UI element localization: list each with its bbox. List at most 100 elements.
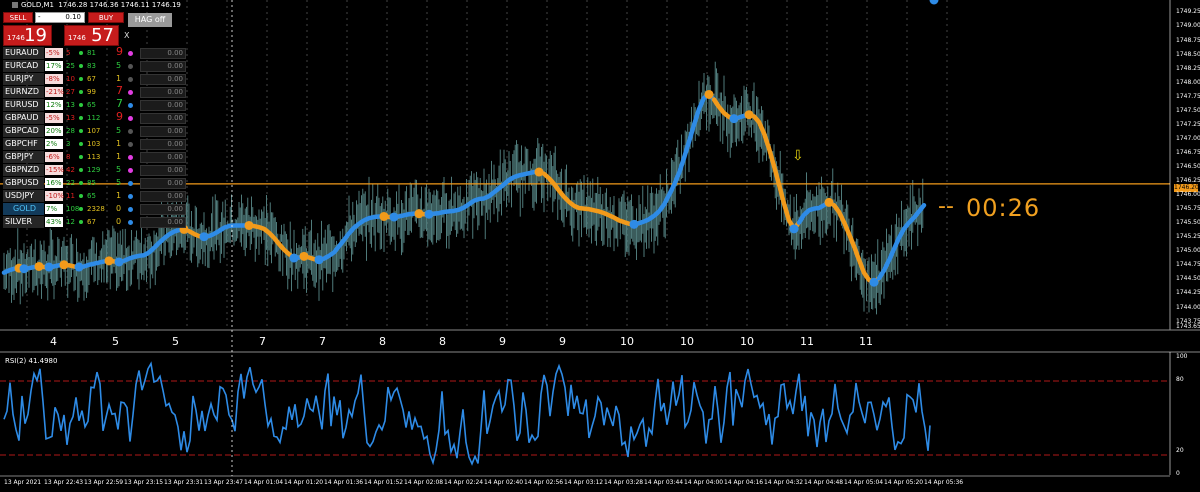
watchlist-color-dot (128, 51, 133, 56)
lot-value: 0.10 (65, 13, 81, 21)
trend-turn-dot (244, 220, 254, 230)
watchlist-profit-field: 0.00 (140, 61, 186, 72)
time-axis-tick: 14 Apr 01:36 (324, 479, 364, 486)
trend-turn-dot (629, 219, 639, 229)
price-axis-tick: 1745.50 (1176, 219, 1200, 227)
trend-turn-dot (44, 262, 54, 272)
buy-button[interactable]: BUY (88, 12, 124, 23)
watchlist-row[interactable]: GBPCAD 20% 28 107 5 0.00 (3, 125, 186, 138)
watchlist-status-dot (79, 142, 83, 146)
watchlist-percent: -8% (45, 74, 63, 84)
lot-size-input[interactable]: - 0.10 (35, 12, 85, 23)
watchlist-count: 27 (66, 88, 75, 96)
watchlist-color-dot (128, 129, 133, 134)
watchlist-percent: -21% (45, 87, 65, 97)
watchlist-signal: 1 (116, 191, 122, 200)
chart-icon (12, 2, 18, 8)
watchlist-row[interactable]: GBPNZD -15% 42 129 5 0.00 (3, 164, 186, 177)
watchlist-profit-field: 0.00 (140, 191, 186, 202)
trend-turn-dot (379, 211, 389, 221)
watchlist-value: 67 (87, 218, 96, 226)
close-panel-button[interactable]: X (124, 31, 129, 40)
watchlist-row[interactable]: EURCAD 17% 25 83 5 0.00 (3, 60, 186, 73)
price-axis-tick: 1744.75 (1176, 261, 1200, 269)
watchlist-signal: 5 (116, 165, 122, 174)
watchlist-percent: -10% (45, 191, 65, 201)
trend-turn-dot (729, 114, 739, 124)
trend-turn-dot (199, 232, 209, 242)
lot-minus-button[interactable]: - (38, 13, 41, 22)
price-axis-tick: 1744.50 (1176, 275, 1200, 283)
price-axis-tick: 1745.00 (1176, 247, 1200, 255)
watchlist-color-dot (128, 64, 133, 69)
trend-turn-dot (19, 264, 29, 274)
watchlist-signal: 5 (116, 126, 122, 135)
watchlist-profit-field: 0.00 (140, 139, 186, 150)
rsi-line (3, 361, 931, 466)
price-axis-tick: 1743.65 (1176, 323, 1200, 331)
watchlist-profit-field: 0.00 (140, 152, 186, 163)
watchlist-row[interactable]: EURNZD -21% 27 99 7 0.00 (3, 85, 186, 99)
trend-turn-dot (314, 255, 324, 265)
time-axis-tick: 13 Apr 22:59 (84, 479, 124, 486)
watchlist-row[interactable]: USDJPY -10% 11 65 1 0.00 (3, 190, 186, 203)
watchlist-row[interactable]: SILVER 43% 12 67 0 0.00 (3, 216, 186, 229)
time-axis-tick: 14 Apr 02:08 (404, 479, 444, 486)
time-axis-tick: 14 Apr 01:52 (364, 479, 404, 486)
watchlist-signal: 0 (116, 204, 122, 213)
x-axis-tick: 5 (112, 335, 119, 348)
watchlist-signal: 1 (116, 139, 122, 148)
watchlist-count: 28 (66, 127, 75, 135)
price-axis-tick: 1748.00 (1176, 78, 1200, 86)
price-axis-tick: 1749.00 (1176, 22, 1200, 30)
watchlist-profit-field: 0.00 (140, 178, 186, 189)
price-axis-tick: 1747.75 (1176, 92, 1200, 100)
watchlist-row[interactable]: EURJPY -8% 10 67 1 0.00 (3, 73, 186, 86)
watchlist-signal: 5 (116, 61, 122, 70)
watchlist-status-dot (79, 103, 83, 107)
sell-price-button[interactable]: 1746 19 (3, 25, 52, 46)
watchlist-count: 5 (66, 49, 71, 57)
trend-turn-dot (869, 277, 879, 287)
watchlist-percent: -15% (45, 165, 65, 175)
bar-countdown-timer: 00:26 (966, 194, 1041, 222)
sell-button[interactable]: SELL (3, 12, 33, 23)
watchlist-row[interactable]: EURAUD -5% 5 81 9 0.00 (3, 46, 186, 60)
watchlist-value: 81 (87, 49, 96, 57)
watchlist-row[interactable]: EURUSD 12% 13 65 7 0.00 (3, 98, 186, 112)
watchlist-count: 10 (66, 75, 75, 83)
watchlist-percent: 43% (45, 217, 63, 227)
time-axis-tick: 13 Apr 22:43 (44, 479, 84, 486)
arrow-down-icon: ⇩ (792, 148, 804, 164)
watchlist-count: 3 (66, 140, 71, 148)
x-axis-tick: 5 (172, 335, 179, 348)
x-axis-tick: 10 (740, 335, 754, 348)
price-axis-tick: 1744.25 (1176, 289, 1200, 297)
x-axis-tick: 8 (439, 335, 446, 348)
time-axis-tick: 14 Apr 04:16 (724, 479, 764, 486)
watchlist-row[interactable]: GBPUSD 16% 22 85 5 0.00 (3, 177, 186, 190)
time-axis-tick: 14 Apr 02:40 (484, 479, 524, 486)
indicator-axis-tick: 80 (1176, 376, 1184, 384)
buy-price-button[interactable]: 1746 57 (64, 25, 119, 46)
watchlist-color-dot (128, 90, 133, 95)
watchlist-row[interactable]: GOLD 7% 108 2328 0 0.00 (3, 203, 186, 216)
time-axis-tick: 14 Apr 04:00 (684, 479, 724, 486)
trend-turn-dot (824, 197, 834, 207)
watchlist-row[interactable]: GBPAUD -5% 13 112 9 0.00 (3, 111, 186, 125)
trend-turn-dot (74, 262, 84, 272)
watchlist-symbol: EURNZD (3, 86, 44, 98)
watchlist-row[interactable]: GBPJPY -6% 8 113 1 0.00 (3, 151, 186, 164)
price-axis-tick: 1747.00 (1176, 134, 1200, 142)
watchlist-count: 8 (66, 153, 71, 161)
trend-end-dot (929, 0, 939, 5)
watchlist-row[interactable]: GBPCHF 2% 3 103 1 0.00 (3, 138, 186, 151)
watchlist-color-dot (128, 155, 133, 160)
watchlist-percent: 7% (45, 204, 63, 214)
watchlist-count: 42 (66, 166, 75, 174)
watchlist-profit-field: 0.00 (140, 217, 186, 228)
watchlist-status-dot (79, 168, 83, 172)
watchlist-status-dot (79, 129, 83, 133)
watchlist-count: 25 (66, 62, 75, 70)
hag-toggle-button[interactable]: HAG off (128, 13, 172, 27)
